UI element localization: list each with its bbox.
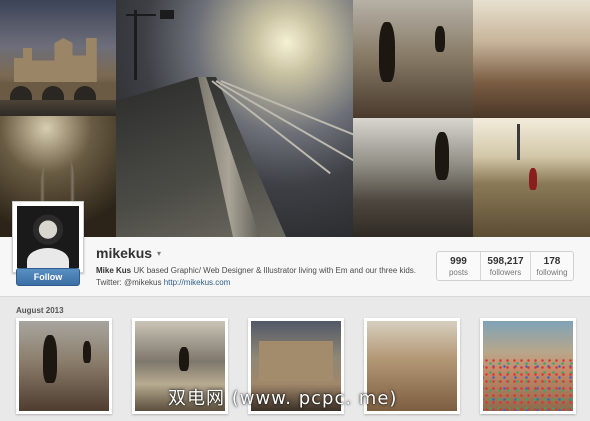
- profile-header: Follow mikekus ▾ Mike Kus UK based Graph…: [0, 201, 590, 297]
- cover-photo-shoreline[interactable]: [473, 0, 590, 118]
- bio-link[interactable]: http://mikekus.com: [164, 278, 231, 287]
- cover-photo-silhouette[interactable]: [353, 118, 473, 237]
- stat-followers-label: followers: [489, 268, 522, 277]
- profile-page: Follow mikekus ▾ Mike Kus UK based Graph…: [0, 0, 590, 421]
- chevron-down-icon[interactable]: ▾: [157, 249, 161, 258]
- profile-stats: 999 posts 598,217 followers 178 followin…: [436, 251, 574, 281]
- feed-photo[interactable]: [480, 318, 576, 414]
- bio-name: Mike Kus: [96, 266, 132, 275]
- follow-button[interactable]: Follow: [16, 268, 80, 286]
- cover-photo-child-beach[interactable]: [353, 0, 473, 118]
- stat-followers[interactable]: 598,217 followers: [481, 252, 531, 280]
- stat-following-label: following: [536, 268, 568, 277]
- avatar-frame[interactable]: [12, 201, 84, 273]
- cover-collage: [0, 0, 590, 237]
- cover-photo-field[interactable]: [473, 118, 590, 237]
- stat-posts-value: 999: [450, 256, 467, 267]
- bio-text: UK based Graphic/ Web Designer & Illustr…: [96, 266, 417, 287]
- month-heading: August 2013: [16, 306, 64, 315]
- feed-photo[interactable]: [16, 318, 112, 414]
- cover-photo-castle[interactable]: [0, 0, 116, 116]
- stat-posts[interactable]: 999 posts: [437, 252, 481, 280]
- cover-photo-railway[interactable]: [116, 0, 353, 237]
- username: mikekus: [96, 245, 153, 261]
- stat-posts-label: posts: [448, 268, 469, 277]
- watermark: 双电网 (www. pcpc. me): [168, 388, 398, 409]
- avatar: [17, 206, 79, 268]
- stat-followers-value: 598,217: [487, 256, 524, 267]
- stat-following[interactable]: 178 following: [531, 252, 573, 280]
- profile-bio: Mike Kus UK based Graphic/ Web Designer …: [96, 265, 416, 289]
- username-row[interactable]: mikekus ▾: [96, 245, 161, 261]
- stat-following-value: 178: [543, 256, 561, 267]
